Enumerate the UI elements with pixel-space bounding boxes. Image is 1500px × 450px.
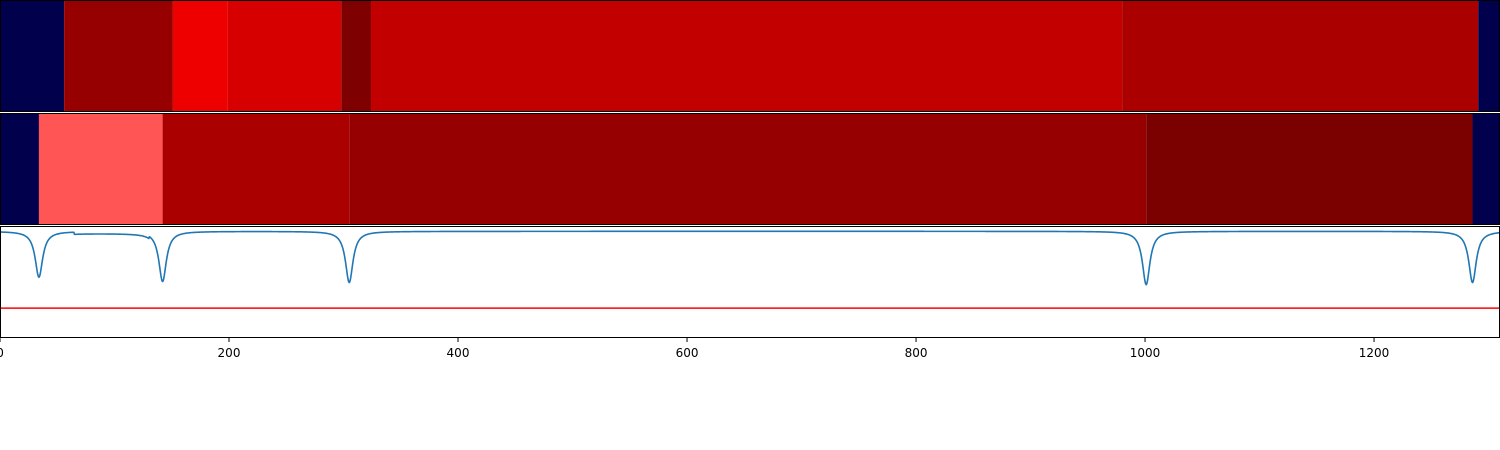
x-tick-label: 800 [905, 346, 928, 360]
heatmap-cell-r2-3 [162, 113, 350, 225]
heatmap-cell-r1-5 [341, 0, 371, 112]
x-axis: 0 200 400 600 800 1000 1200 [0, 338, 1389, 360]
heatmap-cell-r2-6 [1472, 113, 1500, 225]
heatmap-row-2 [0, 113, 1500, 225]
heatmap-cell-r1-8 [1478, 0, 1500, 112]
x-tick-label: 400 [447, 346, 470, 360]
heatmap-cell-r2-2 [38, 113, 163, 225]
x-tick-label: 1000 [1130, 346, 1161, 360]
heatmap-cell-r2-4 [349, 113, 1147, 225]
heatmap-cell-r2-5 [1146, 113, 1473, 225]
heatmap-row-1 [0, 0, 1500, 112]
x-tick-label: 1200 [1359, 346, 1390, 360]
sequence-track-figure: 0 200 400 600 800 1000 1200 [0, 0, 1500, 360]
x-tick-label: 200 [218, 346, 241, 360]
heatmap-cell-r1-1 [0, 0, 65, 112]
x-tick-label: 600 [676, 346, 699, 360]
heatmap-cell-r1-2 [64, 0, 173, 112]
signal-line [0, 230, 1500, 286]
signal-panel [0, 226, 1500, 338]
x-tick-label: 0 [0, 346, 4, 360]
heatmap-cell-r1-3 [172, 0, 228, 112]
heatmap-cell-r2-1 [0, 113, 39, 225]
heatmap-cell-r1-6 [370, 0, 1123, 112]
signal-panel-frame [0, 226, 1500, 338]
heatmap-cell-r1-7 [1122, 0, 1479, 112]
heatmap-cell-r1-4 [227, 0, 342, 112]
